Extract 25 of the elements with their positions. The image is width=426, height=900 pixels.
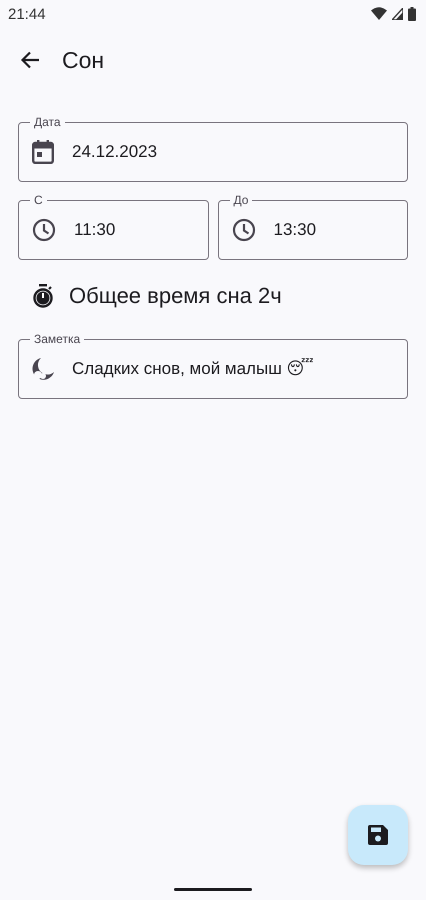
- field-value: 11:30: [74, 220, 116, 240]
- date-field[interactable]: Дата 24.12.2023: [18, 115, 408, 182]
- field-value: Сладких снов, мой малыш 😴: [72, 359, 314, 379]
- clock-icon: [32, 218, 56, 242]
- calendar-icon: [32, 140, 54, 164]
- field-label: До: [230, 193, 252, 207]
- moon-icon: [32, 358, 54, 380]
- field-label: С: [30, 193, 47, 207]
- back-arrow-icon: [20, 51, 40, 69]
- signal-icon: [392, 8, 403, 20]
- total-sleep-time: Общее время сна 2ч: [69, 283, 282, 309]
- note-field[interactable]: Заметка Сладких снов, мой малыш 😴: [18, 332, 408, 399]
- stopwatch-icon: [32, 284, 54, 308]
- clock-icon: [232, 218, 256, 242]
- screen-title: Сон: [62, 46, 104, 74]
- status-time: 21:44: [8, 6, 46, 22]
- field-value: 13:30: [274, 220, 316, 240]
- field-label: Заметка: [30, 332, 84, 346]
- battery-icon: [408, 7, 416, 21]
- time-field[interactable]: До 13:30: [218, 193, 408, 260]
- time-field[interactable]: С 11:30: [18, 193, 208, 260]
- field-label: Дата: [30, 115, 65, 129]
- field-value: 24.12.2023: [72, 142, 158, 162]
- save-button[interactable]: [348, 805, 408, 865]
- wifi-icon: [371, 7, 387, 21]
